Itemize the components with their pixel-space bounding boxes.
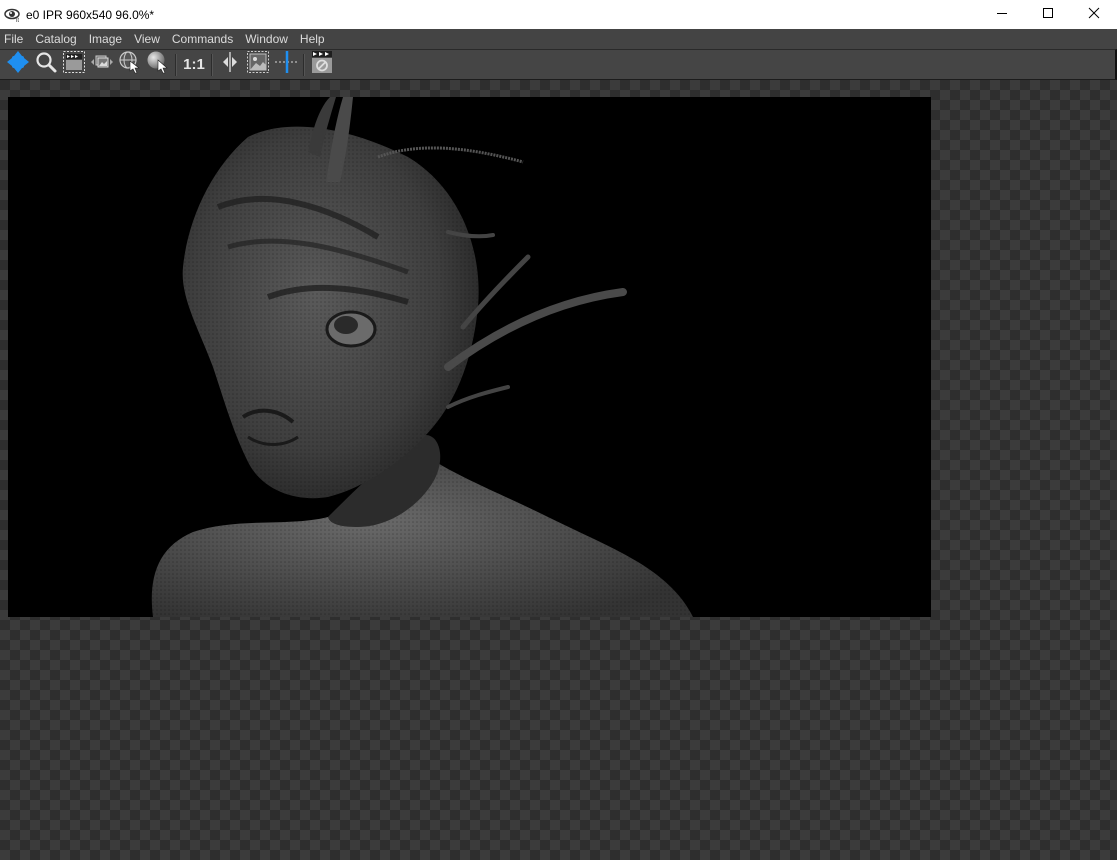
menu-image[interactable]: Image <box>85 29 130 49</box>
image-region-button[interactable] <box>244 51 272 78</box>
menu-catalog[interactable]: Catalog <box>31 29 84 49</box>
menu-bar: File Catalog Image View Commands Window … <box>0 29 1117 49</box>
render-clapper-region-icon <box>62 50 86 79</box>
menu-view[interactable]: View <box>130 29 168 49</box>
menu-file[interactable]: File <box>0 29 31 49</box>
toolbar-separator <box>175 53 177 76</box>
zoom-magnifier-icon <box>34 50 58 79</box>
render-layers-button[interactable] <box>88 51 116 78</box>
zoom-button[interactable] <box>32 51 60 78</box>
globe-pick-button[interactable] <box>116 51 144 78</box>
crosshair-line-button[interactable] <box>272 51 300 78</box>
image-viewport[interactable] <box>0 80 1117 860</box>
split-compare-button[interactable] <box>216 51 244 78</box>
globe-pick-icon <box>118 50 142 79</box>
close-button[interactable] <box>1071 0 1117 29</box>
crosshair-line-icon <box>274 50 298 79</box>
window-title: e0 IPR 960x540 96.0%* <box>26 7 155 22</box>
sphere-pick-button[interactable] <box>144 51 172 78</box>
sphere-pick-icon <box>146 50 170 79</box>
minimize-icon <box>996 6 1008 24</box>
actual-size-button[interactable]: 1:1 <box>180 51 208 78</box>
render-image[interactable] <box>8 97 931 617</box>
image-region-icon <box>246 50 270 79</box>
maximize-button[interactable] <box>1025 0 1071 29</box>
actual-size-icon: 1:1 <box>183 56 205 73</box>
toolbar-separator <box>303 53 305 76</box>
stop-render-clapper-icon <box>310 50 334 79</box>
menu-window[interactable]: Window <box>241 29 296 49</box>
eye-render-icon: it <box>4 6 22 24</box>
close-icon <box>1088 6 1100 24</box>
maximize-icon <box>1042 6 1054 24</box>
toolbar: 1:1 <box>0 49 1117 80</box>
render-layers-icon <box>90 50 114 79</box>
toolbar-separator <box>211 53 213 76</box>
svg-text:it: it <box>16 18 19 23</box>
stop-render-button[interactable] <box>308 51 336 78</box>
pan-move-icon <box>6 50 30 79</box>
minimize-button[interactable] <box>979 0 1025 29</box>
split-compare-icon <box>218 50 242 79</box>
menu-help[interactable]: Help <box>296 29 333 49</box>
menu-commands[interactable]: Commands <box>168 29 241 49</box>
pan-button[interactable] <box>4 51 32 78</box>
render-region-button[interactable] <box>60 51 88 78</box>
title-bar: it e0 IPR 960x540 96.0%* <box>0 0 1117 29</box>
creature-render <box>151 97 693 617</box>
